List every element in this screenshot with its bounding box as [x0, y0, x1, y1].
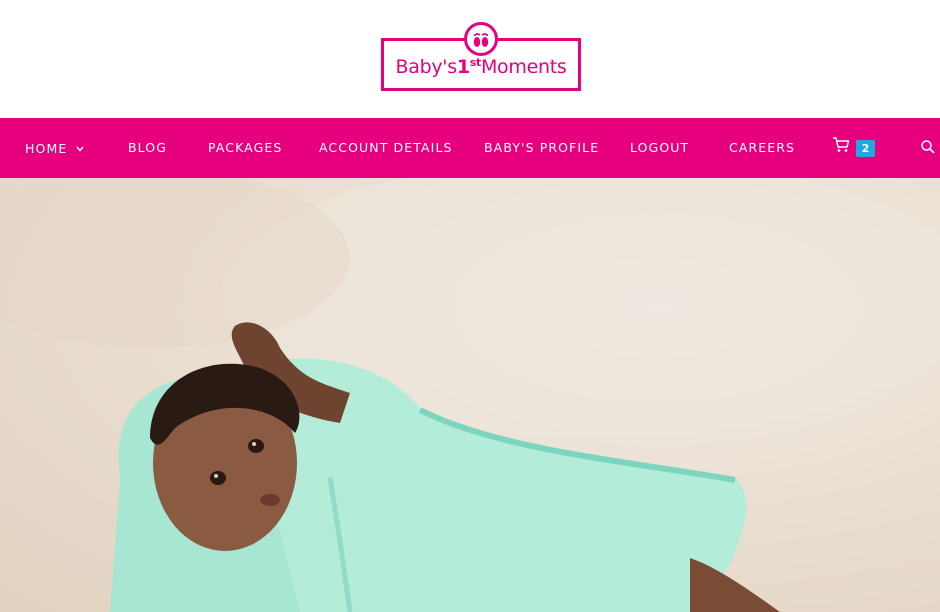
nav-careers[interactable]: CAREERS — [729, 118, 795, 178]
shopping-cart-icon — [832, 136, 850, 158]
nav-logout[interactable]: LOGOUT — [630, 118, 689, 178]
hero-image — [0, 178, 940, 612]
cart-button[interactable]: 2 — [832, 136, 880, 160]
site-header: Baby's1stMoments — [0, 0, 940, 118]
nav-home-label: HOME — [25, 141, 68, 156]
nav-babys-profile[interactable]: BABY'S PROFILE — [484, 118, 599, 178]
nav-packages[interactable]: PACKAGES — [208, 118, 282, 178]
main-nav: HOME BLOG PACKAGES ACCOUNT DETAILS BABY'… — [0, 118, 940, 178]
logo-wordmark: Baby's1stMoments — [395, 55, 567, 78]
nav-blog[interactable]: BLOG — [128, 118, 167, 178]
chevron-down-icon — [76, 118, 84, 178]
cart-count-badge: 2 — [856, 140, 875, 157]
site-logo[interactable]: Baby's1stMoments — [381, 22, 581, 92]
baby-photo — [0, 178, 940, 612]
nav-account-details[interactable]: ACCOUNT DETAILS — [319, 118, 453, 178]
baby-feet-icon — [464, 22, 498, 56]
nav-home[interactable]: HOME — [25, 118, 84, 178]
search-icon[interactable] — [920, 139, 936, 155]
